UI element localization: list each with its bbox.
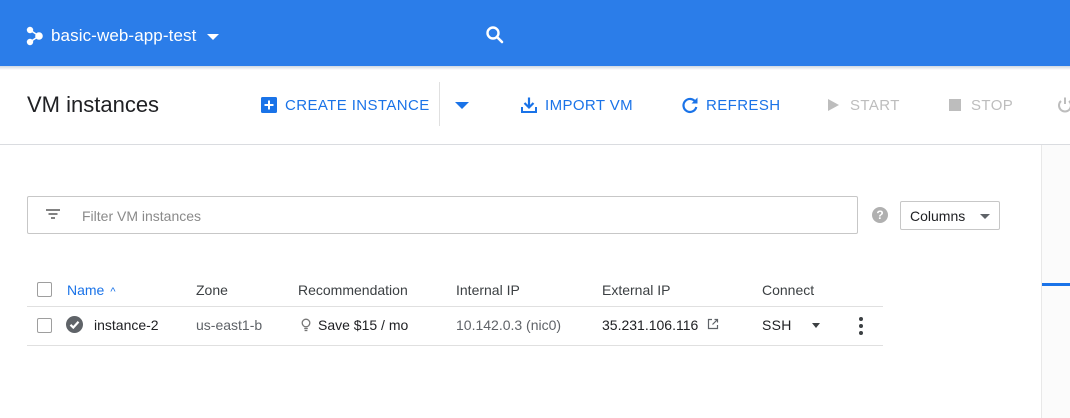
stop-button[interactable]: STOP: [946, 94, 1013, 116]
create-instance-button[interactable]: CREATE INSTANCE: [260, 94, 430, 116]
recommendation-text: Save $15 / mo: [318, 317, 409, 333]
create-instance-label: CREATE INSTANCE: [285, 96, 430, 114]
project-hub-icon: [24, 25, 46, 47]
check-circle-icon: [66, 316, 83, 333]
toolbar-divider: [0, 144, 1070, 145]
column-header-internal-ip: Internal IP: [456, 282, 520, 298]
sort-up-icon: ^: [110, 286, 116, 298]
recommendation-cell[interactable]: Save $15 / mo: [301, 317, 408, 333]
import-vm-label: IMPORT VM: [545, 96, 634, 114]
filter-box: [27, 196, 858, 234]
filter-list-icon: [45, 208, 61, 222]
stop-label: STOP: [971, 96, 1014, 114]
chevron-down-icon: [980, 214, 990, 219]
open-in-new-icon: [707, 317, 719, 333]
instance-name[interactable]: instance-2: [94, 317, 159, 333]
reset-button[interactable]: [1056, 94, 1070, 116]
split-divider: [439, 82, 440, 126]
chevron-down-icon: [207, 34, 220, 40]
filter-vm-input[interactable]: [80, 205, 844, 227]
create-options-dropdown[interactable]: [455, 102, 469, 109]
more-vert-icon[interactable]: [859, 317, 863, 335]
side-panel-strip: [1041, 145, 1070, 418]
column-header-recommendation: Recommendation: [298, 282, 408, 298]
refresh-label: REFRESH: [706, 96, 781, 114]
download-icon: [521, 97, 537, 113]
help-icon[interactable]: ?: [872, 207, 888, 223]
refresh-button[interactable]: REFRESH: [681, 94, 780, 116]
columns-label: Columns: [910, 208, 966, 224]
power-icon: [1058, 97, 1070, 113]
instance-zone: us-east1-b: [196, 317, 263, 333]
project-selector[interactable]: basic-web-app-test: [24, 22, 220, 50]
project-name: basic-web-app-test: [51, 26, 197, 45]
external-ip: 35.231.106.116: [602, 317, 699, 333]
play-icon: [828, 99, 839, 111]
page-title: VM instances: [27, 92, 160, 117]
start-button[interactable]: START: [825, 94, 900, 116]
select-all-checkbox[interactable]: [37, 282, 52, 297]
table-header-row: Name ^ Zone Recommendation Internal IP Ex…: [27, 272, 883, 307]
start-label: START: [850, 96, 900, 114]
ssh-label: SSH: [762, 317, 792, 333]
add-box-icon: [261, 97, 277, 113]
vm-instances-table: Name ^ Zone Recommendation Internal IP Ex…: [27, 272, 883, 346]
action-bar: VM instances CREATE INSTANCE IMPORT VM R…: [0, 70, 1070, 144]
column-header-zone: Zone: [196, 282, 228, 298]
external-ip-cell[interactable]: 35.231.106.116: [602, 317, 719, 333]
internal-ip: 10.142.0.3 (nic0): [456, 317, 562, 333]
top-app-bar: basic-web-app-test: [0, 0, 1070, 66]
columns-dropdown[interactable]: Columns: [900, 201, 1000, 230]
import-vm-button[interactable]: IMPORT VM: [520, 94, 633, 116]
ssh-connect-button[interactable]: SSH: [762, 315, 820, 335]
column-header-connect: Connect: [762, 282, 815, 298]
column-header-external-ip: External IP: [602, 282, 671, 298]
lightbulb-icon: [301, 317, 311, 333]
stop-icon: [949, 99, 961, 111]
refresh-icon: [682, 97, 698, 114]
table-row: instance-2 us-east1-b Save $15 / mo 10.1…: [27, 307, 883, 346]
chevron-down-icon: [811, 322, 820, 328]
side-panel-tab-indicator: [1042, 283, 1070, 286]
column-header-name[interactable]: Name ^: [67, 282, 116, 298]
row-checkbox[interactable]: [37, 318, 52, 333]
search-icon[interactable]: [484, 24, 506, 46]
